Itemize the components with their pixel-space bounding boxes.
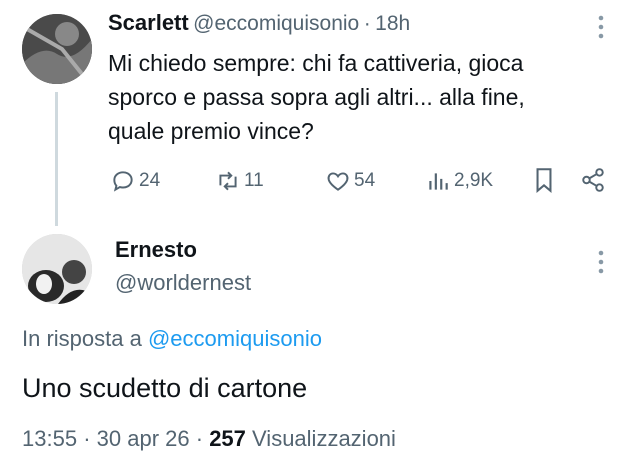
in-reply-prefix: In risposta a	[22, 326, 142, 351]
avatar-image	[22, 234, 92, 304]
author-name[interactable]: Scarlett	[108, 10, 189, 35]
tweet-text-line: quale premio vince?	[108, 118, 314, 144]
share-button[interactable]	[580, 167, 606, 198]
retweet-button[interactable]: 11	[215, 168, 264, 194]
views-button[interactable]: 2,9K	[425, 168, 493, 194]
author-handle[interactable]: @eccomiquisonio	[193, 12, 359, 35]
views-label: Visualizzazioni	[252, 426, 396, 451]
tweet-text-line: Mi chiedo sempre: chi fa cattiveria, gio…	[108, 50, 524, 76]
thread-line	[55, 92, 58, 226]
reply-author-name[interactable]: Ernesto	[115, 237, 197, 263]
reply-time[interactable]: 13:55	[22, 426, 77, 451]
reply-date[interactable]: 30 apr 26	[97, 426, 190, 451]
in-reply-handle[interactable]: @eccomiquisonio	[148, 326, 322, 351]
avatar-scarlett[interactable]	[22, 14, 92, 84]
avatar-image	[22, 14, 92, 84]
tweet-time[interactable]: 18h	[375, 12, 410, 35]
meta-separator: ·	[195, 426, 204, 451]
views-count: 2,9K	[454, 170, 494, 191]
bookmark-button[interactable]	[531, 166, 557, 199]
share-icon	[582, 168, 604, 192]
in-reply-to: In risposta a @eccomiquisonio	[22, 326, 322, 352]
more-icon	[598, 15, 604, 39]
bookmark-icon	[536, 168, 552, 193]
header-separator: ·	[363, 12, 371, 35]
more-icon	[598, 250, 604, 274]
reply-text: Uno scudetto di cartone	[22, 373, 308, 403]
reply-count: 24	[139, 170, 161, 191]
avatar-ernesto[interactable]	[22, 234, 92, 304]
reply-more-button[interactable]	[596, 249, 606, 280]
like-count: 54	[354, 170, 376, 191]
more-button[interactable]	[596, 14, 606, 45]
retweet-icon	[219, 171, 237, 191]
reply-icon	[113, 171, 133, 192]
reply-button[interactable]: 24	[110, 168, 160, 194]
retweet-count: 11	[244, 170, 264, 191]
tweet-text-line: sporco e passa sopra agli altri... alla …	[108, 84, 525, 110]
meta-separator: ·	[83, 426, 91, 451]
tweet-header: Scarlett @eccomiquisonio · 18h	[108, 10, 410, 36]
reply-meta: 13:55 · 30 apr 26 · 257 Visualizzazioni	[22, 426, 396, 452]
like-icon	[327, 172, 349, 191]
reply-author-handle[interactable]: @worldernest	[115, 270, 251, 296]
views-total: 257	[209, 426, 246, 451]
like-button[interactable]: 54	[325, 168, 375, 194]
views-icon	[429, 173, 448, 190]
tweet-text: Mi chiedo sempre: chi fa cattiveria, gio…	[108, 46, 628, 148]
